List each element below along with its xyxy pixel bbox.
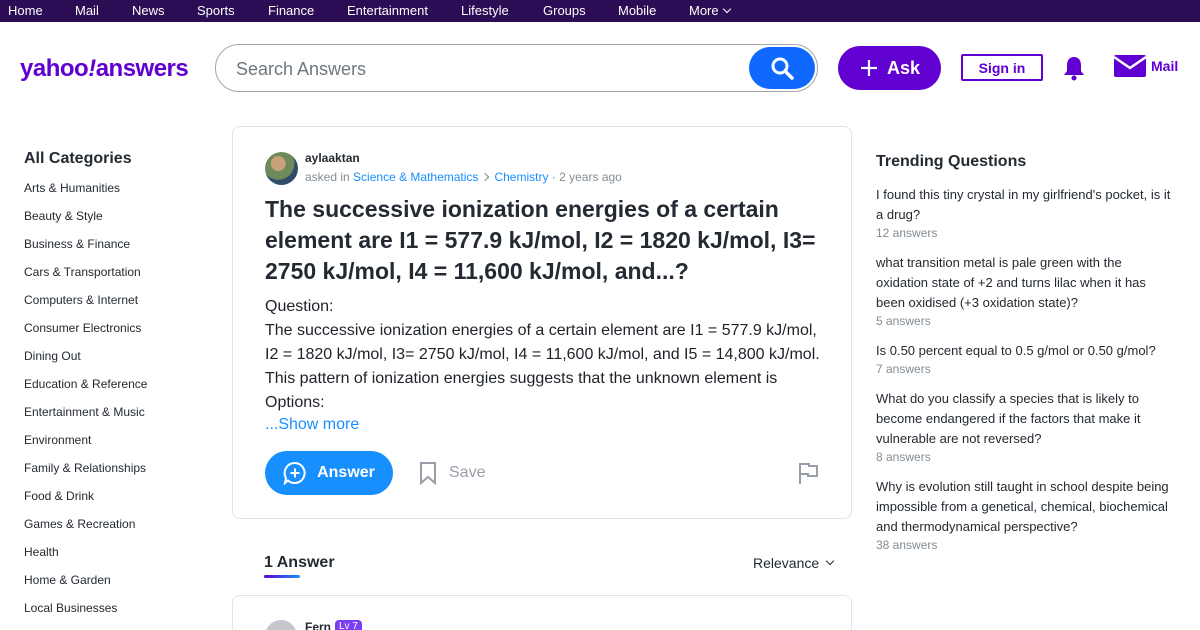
level-badge: Lv 7 [335,620,362,630]
answerer-username[interactable]: Fern [305,620,331,630]
sidebar-item-computers-internet[interactable]: Computers & Internet [24,292,204,320]
question-body: Question: The successive ionization ener… [265,295,825,415]
report-button[interactable] [797,461,819,490]
save-label: Save [449,464,486,481]
nav-mobile[interactable]: Mobile [618,3,656,18]
sidebar-item-dining-out[interactable]: Dining Out [24,348,204,376]
chevron-right-icon [481,172,490,182]
nav-more[interactable]: More [689,3,731,18]
notifications-button[interactable] [1062,55,1086,81]
trending-answer-count: 8 answers [876,450,931,464]
trending-answer-count: 12 answers [876,226,938,240]
question-meta: asked in Science & Mathematics Chemistry … [305,170,622,184]
sidebar-item-food-drink[interactable]: Food & Drink [24,488,204,516]
search-icon [771,57,794,80]
flag-icon [799,463,818,484]
nav-mail[interactable]: Mail [75,3,99,18]
answer-bubble-icon [283,461,306,485]
category-link[interactable]: Science & Mathematics [353,170,478,184]
nav-entertainment[interactable]: Entertainment [347,3,428,18]
trending-answer-count: 38 answers [876,538,938,552]
nav-more-label: More [689,3,719,18]
answer-count-underline [264,575,300,578]
nav-finance[interactable]: Finance [268,3,314,18]
search-input[interactable] [236,57,736,81]
answerer-avatar[interactable] [265,620,297,630]
answer-label: Answer [317,464,375,481]
logo-answers: answers [95,55,189,82]
sidebar-item-arts-humanities[interactable]: Arts & Humanities [24,180,204,208]
trending-questions: Trending Questions I found this tiny cry… [876,153,1176,565]
top-nav: Home Mail News Sports Finance Entertainm… [0,0,1200,22]
sidebar-item-cars-transportation[interactable]: Cars & Transportation [24,264,204,292]
sign-in-button[interactable]: Sign in [961,54,1043,81]
question-body-text: The successive ionization energies of a … [265,322,820,387]
mail-label: Mail [1151,58,1179,74]
sidebar-item-home-garden[interactable]: Home & Garden [24,572,204,600]
search-button[interactable] [749,47,815,89]
trending-question[interactable]: Why is evolution still taught in school … [876,477,1176,537]
sidebar-item-education-reference[interactable]: Education & Reference [24,376,204,404]
plus-icon [860,60,877,76]
nav-sports[interactable]: Sports [197,3,235,18]
trending-question[interactable]: What do you classify a species that is l… [876,389,1176,449]
save-button[interactable]: Save [419,461,485,485]
trending-question[interactable]: Is 0.50 percent equal to 0.5 g/mol or 0.… [876,341,1176,361]
show-more-link[interactable]: ...Show more [265,416,359,434]
trending-question[interactable]: what transition metal is pale green with… [876,253,1176,313]
answer-button[interactable]: Answer [265,451,393,495]
trending-question[interactable]: I found this tiny crystal in my girlfrie… [876,185,1176,225]
question-body-options: Options: [265,394,325,411]
yahoo-answers-logo[interactable]: yahoo!answers [20,55,189,83]
categories-sidebar: All Categories Arts & Humanities Beauty … [24,150,204,628]
sidebar-item-beauty-style[interactable]: Beauty & Style [24,208,204,236]
sidebar-item-environment[interactable]: Environment [24,432,204,460]
asked-in-label: asked in [305,170,350,184]
sort-dropdown[interactable]: Relevance [753,555,835,571]
chevron-down-icon [722,4,731,14]
bell-icon [1064,57,1084,81]
answer-card: Fern Lv 7 [232,595,852,630]
sidebar-item-games-recreation[interactable]: Games & Recreation [24,516,204,544]
bookmark-icon [420,462,436,485]
asker-avatar[interactable] [265,152,298,185]
mail-icon [1113,55,1147,77]
chevron-down-icon [825,556,835,566]
sort-label: Relevance [753,555,820,571]
question-body-label: Question: [265,298,334,315]
sidebar-item-health[interactable]: Health [24,544,204,572]
nav-lifestyle[interactable]: Lifestyle [461,3,509,18]
mail-link[interactable]: Mail [1113,54,1178,78]
sidebar-item-entertainment-music[interactable]: Entertainment & Music [24,404,204,432]
sidebar-item-local-businesses[interactable]: Local Businesses [24,600,204,628]
question-time: · 2 years ago [551,170,622,184]
trending-title: Trending Questions [876,153,1027,170]
sidebar-item-consumer-electronics[interactable]: Consumer Electronics [24,320,204,348]
ask-label: Ask [886,57,921,78]
sidebar-item-business-finance[interactable]: Business & Finance [24,236,204,264]
trending-answer-count: 5 answers [876,314,931,328]
nav-home[interactable]: Home [8,3,43,18]
logo-excl: ! [88,55,96,82]
ask-button[interactable]: Ask [838,46,941,90]
search-box [215,44,818,92]
sidebar-title: All Categories [24,150,132,167]
question-title: The successive ionization energies of a … [265,196,816,284]
logo-yahoo: yahoo [20,55,89,82]
asker-username[interactable]: aylaaktan [305,151,360,165]
trending-answer-count: 7 answers [876,362,931,376]
answer-count: 1 Answer [264,554,335,571]
sidebar-item-family-relationships[interactable]: Family & Relationships [24,460,204,488]
subcategory-link[interactable]: Chemistry [494,170,548,184]
nav-news[interactable]: News [132,3,165,18]
question-card: aylaaktan asked in Science & Mathematics… [232,126,852,519]
nav-groups[interactable]: Groups [543,3,586,18]
